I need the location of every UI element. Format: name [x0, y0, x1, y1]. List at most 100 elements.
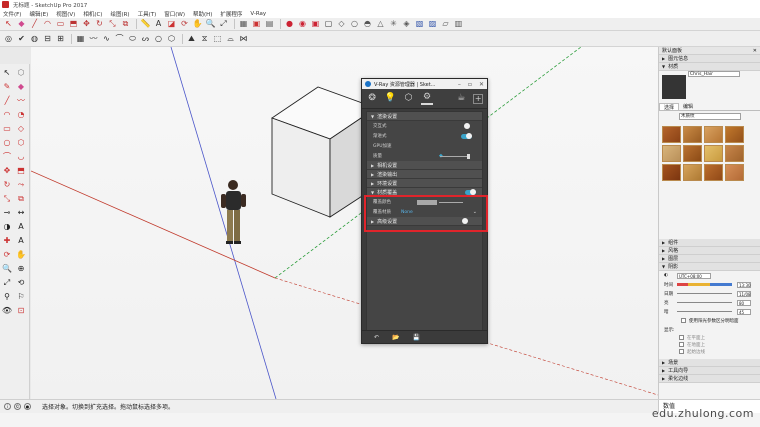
paint-bucket-icon[interactable]: ◪	[166, 19, 177, 30]
vray-proxy-icon[interactable]: ▧	[414, 19, 425, 30]
vray-ies-light-icon[interactable]: △	[375, 19, 386, 30]
axes-icon[interactable]: ✚	[1, 235, 13, 247]
vray-plane-icon[interactable]: ▱	[440, 19, 451, 30]
scale-tool-icon[interactable]: ⤡	[107, 19, 118, 30]
section-scenes[interactable]: ▶ 场景	[659, 359, 760, 367]
tape-icon[interactable]: ⊸	[1, 207, 13, 219]
vray-fur-icon[interactable]: ▨	[427, 19, 438, 30]
freehand-icon[interactable]: 〰	[88, 33, 99, 44]
dimension-icon[interactable]: ↔	[15, 207, 27, 219]
menu-camera[interactable]: 相机(C)	[83, 10, 102, 18]
section-soften-edges[interactable]: ▶ 柔化边线	[659, 375, 760, 383]
curve-icon[interactable]: ⌒	[114, 33, 125, 44]
push-pull-tool-icon[interactable]: ⬒	[15, 165, 27, 177]
look-around-icon[interactable]: 👁	[1, 305, 13, 317]
section-components[interactable]: ▶ 组件	[659, 239, 760, 247]
render-teapot-icon[interactable]: ☕	[455, 92, 467, 105]
check-icon[interactable]: ✔	[16, 33, 27, 44]
plus-box-icon[interactable]: ⊞	[55, 33, 66, 44]
menu-edit[interactable]: 编辑(E)	[29, 10, 48, 18]
sandbox-grid-icon[interactable]: ▦	[75, 33, 86, 44]
vray-interactive-icon[interactable]: ◉	[297, 19, 308, 30]
arc-icon[interactable]: ◠	[1, 109, 13, 121]
on-ground-checkbox[interactable]	[679, 342, 684, 347]
select-tool-icon[interactable]: ↖	[3, 19, 14, 30]
open-file-icon[interactable]: 📂	[392, 334, 399, 341]
from-edges-checkbox[interactable]	[679, 349, 684, 354]
zoom-window-icon[interactable]: ⊕	[15, 263, 27, 275]
rollout-render-output[interactable]: ▶ 渲染输出	[367, 170, 482, 179]
select-arrow-icon[interactable]: ↖	[1, 67, 13, 79]
rotate-tool-icon[interactable]: ↻	[94, 19, 105, 30]
minus-box-icon[interactable]: ⊟	[42, 33, 53, 44]
wood-swatch[interactable]	[725, 164, 744, 181]
menu-view[interactable]: 视图(V)	[56, 10, 75, 18]
arc-tool-icon[interactable]: ◠	[42, 19, 53, 30]
rotated-rect-icon[interactable]: ◇	[15, 123, 27, 135]
vray-frame-buffer-icon[interactable]: ▢	[323, 19, 334, 30]
vray-dome-light-icon[interactable]: ◓	[362, 19, 373, 30]
circle-select-icon[interactable]: ◎	[3, 33, 14, 44]
text-icon[interactable]: A	[15, 221, 27, 233]
section-layers[interactable]: ▶ 图层	[659, 255, 760, 263]
person-figure[interactable]	[221, 180, 246, 244]
dark-field[interactable]: 45	[737, 308, 751, 315]
rotate-icon[interactable]: ↻	[1, 179, 13, 191]
section-instructor[interactable]: ▶ 工具向导	[659, 367, 760, 375]
interactive-toggle[interactable]	[464, 123, 470, 129]
dark-slider[interactable]	[677, 311, 732, 312]
wood-swatch[interactable]	[704, 145, 723, 162]
move-icon[interactable]: ✥	[1, 165, 13, 177]
light-field[interactable]: 80	[737, 299, 751, 306]
menu-window[interactable]: 窗口(W)	[164, 10, 185, 18]
zoom-extents-icon[interactable]: ⤢	[218, 19, 229, 30]
wood-swatch[interactable]	[683, 126, 702, 143]
light-slider[interactable]	[677, 302, 732, 303]
wood-swatch[interactable]	[662, 164, 681, 181]
stamp-icon[interactable]: ⬚	[212, 33, 223, 44]
wood-swatch[interactable]	[662, 145, 681, 162]
wood-swatch[interactable]	[704, 164, 723, 181]
3d-viewport[interactable]	[31, 47, 658, 399]
geometry-tab-icon[interactable]: ⬡	[403, 92, 415, 105]
quality-slider[interactable]	[440, 153, 470, 159]
rollout-environment[interactable]: ▶ 环境设置	[367, 179, 482, 188]
blob-icon[interactable]: ⬭	[127, 33, 138, 44]
date-slider[interactable]	[677, 293, 732, 294]
push-pull-icon[interactable]: ⬒	[68, 19, 79, 30]
polygon-icon[interactable]: ⬡	[15, 137, 27, 149]
extension-warehouse-icon[interactable]: ▣	[251, 19, 262, 30]
pan-icon[interactable]: ✋	[192, 19, 203, 30]
override-color-swatch[interactable]	[417, 199, 437, 205]
offset-tool-icon[interactable]: ⧉	[120, 19, 131, 30]
section-shadows[interactable]: ▼ 阴影	[659, 263, 760, 271]
warehouse-icon[interactable]: ▦	[238, 19, 249, 30]
on-faces-checkbox[interactable]	[679, 335, 684, 340]
material-override-toggle[interactable]	[465, 188, 476, 195]
sun-shading-checkbox[interactable]	[681, 318, 686, 323]
drape-icon[interactable]: ⧖	[199, 33, 210, 44]
close-icon[interactable]: ✕	[479, 81, 484, 88]
orbit-tool-icon[interactable]: ⟳	[1, 249, 13, 261]
scale-icon[interactable]: ⤡	[1, 193, 13, 205]
polygon-tool-icon[interactable]: ⬡	[166, 33, 177, 44]
3d-text-icon[interactable]: A	[15, 235, 27, 247]
wood-swatch[interactable]	[683, 145, 702, 162]
vray-lights-icon[interactable]: ◇	[336, 19, 347, 30]
circle-icon[interactable]: ○	[1, 137, 13, 149]
position-camera-icon[interactable]: ⚲	[1, 291, 13, 303]
menu-draw[interactable]: 绘图(R)	[110, 10, 129, 18]
rollout-render-settings[interactable]: ▼ 渲染设置	[367, 112, 482, 121]
follow-me-icon[interactable]: ⤳	[15, 179, 27, 191]
wood-swatch[interactable]	[725, 145, 744, 162]
tab-select[interactable]: 选择	[659, 103, 680, 111]
minimize-icon[interactable]: –	[458, 81, 461, 88]
vray-omni-light-icon[interactable]: ✳	[388, 19, 399, 30]
save-file-icon[interactable]: 💾	[413, 334, 420, 341]
offset-icon[interactable]: ⧉	[15, 193, 27, 205]
time-field[interactable]: 13:30	[737, 281, 751, 288]
wood-swatch[interactable]	[662, 126, 681, 143]
zoom-extents-tool-icon[interactable]: ⤢	[1, 277, 13, 289]
vray-sphere-light-icon[interactable]: ○	[349, 19, 360, 30]
make-component-icon[interactable]: ⬡	[15, 67, 27, 79]
